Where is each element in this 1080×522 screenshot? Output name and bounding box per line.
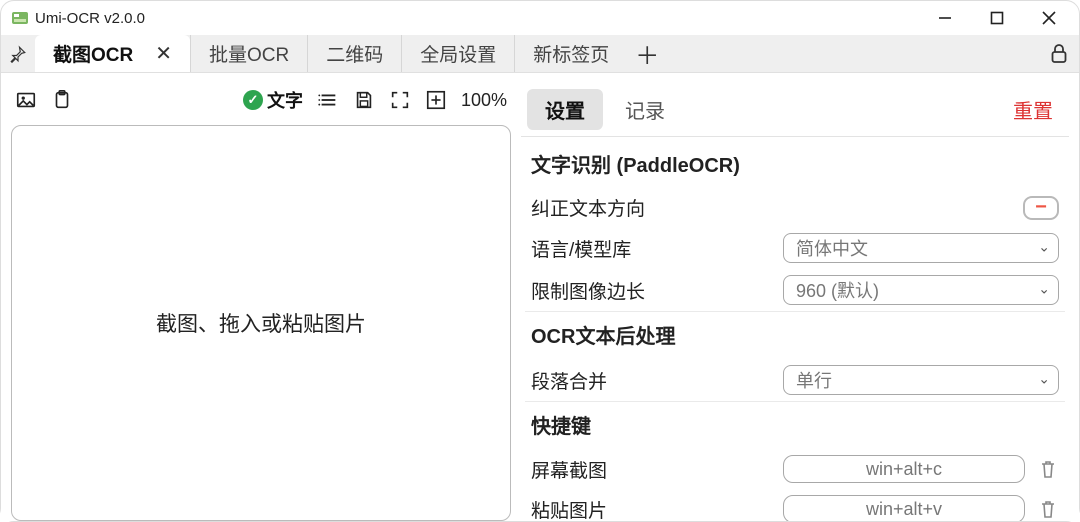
paragraph-select[interactable]: 单行 ⌄	[783, 365, 1059, 395]
app-icon	[11, 9, 29, 27]
drop-area[interactable]: 截图、拖入或粘贴图片	[11, 125, 511, 521]
tab-label: 二维码	[326, 40, 383, 67]
chevron-down-icon: ⌄	[1038, 371, 1050, 388]
titlebar: Umi-OCR v2.0.0	[1, 1, 1079, 35]
orientation-toggle[interactable]: −	[1023, 196, 1059, 220]
chevron-down-icon: ⌄	[1038, 281, 1050, 298]
check-icon: ✓	[243, 90, 263, 110]
section-post: OCR文本后处理	[525, 311, 1065, 359]
left-toolbar: ✓ 文字 100%	[11, 83, 511, 117]
tab-label: 批量OCR	[209, 40, 289, 67]
limit-value: 960 (默认)	[796, 277, 879, 303]
window-title: Umi-OCR v2.0.0	[35, 10, 145, 27]
clipboard-icon[interactable]	[51, 89, 73, 111]
close-tab-icon[interactable]: ✕	[155, 41, 172, 66]
zoom-percent[interactable]: 100%	[461, 90, 507, 111]
right-panel: 设置 记录 重置 文字识别 (PaddleOCR) 纠正文本方向 − 语言/模型…	[521, 83, 1069, 521]
row-paragraph: 段落合并 单行 ⌄	[525, 359, 1065, 401]
section-ocr: 文字识别 (PaddleOCR)	[525, 143, 1065, 188]
paste-hotkey-input[interactable]: win+alt+v	[783, 495, 1025, 521]
screenshot-hotkey-input[interactable]: win+alt+c	[783, 455, 1025, 483]
result-mode-label: 文字	[267, 87, 303, 113]
tab-screenshot-ocr[interactable]: 截图OCR ✕	[35, 35, 190, 72]
tab-qrcode[interactable]: 二维码	[307, 35, 401, 72]
tab-label: 全局设置	[420, 40, 496, 67]
chevron-down-icon: ⌄	[1038, 239, 1050, 256]
limit-select[interactable]: 960 (默认) ⌄	[783, 275, 1059, 305]
row-paste-hotkey: 粘贴图片 win+alt+v	[525, 489, 1065, 521]
tab-batch-ocr[interactable]: 批量OCR	[190, 35, 307, 72]
language-value: 简体中文	[796, 235, 868, 261]
pin-button[interactable]	[1, 35, 35, 72]
close-button[interactable]	[1023, 3, 1075, 33]
reset-button[interactable]: 重置	[1013, 95, 1063, 124]
tabstrip: 截图OCR ✕ 批量OCR 二维码 全局设置 新标签页 ＋	[1, 35, 1079, 73]
language-select[interactable]: 简体中文 ⌄	[783, 233, 1059, 263]
fit-icon[interactable]	[425, 89, 447, 111]
trash-icon[interactable]	[1037, 458, 1059, 480]
row-language: 语言/模型库 简体中文 ⌄	[525, 227, 1065, 269]
tab-label: 截图OCR	[53, 40, 133, 67]
drop-hint: 截图、拖入或粘贴图片	[156, 308, 366, 338]
maximize-button[interactable]	[971, 3, 1023, 33]
save-icon[interactable]	[353, 89, 375, 111]
section-hotkey: 快捷键	[525, 401, 1065, 449]
row-limit: 限制图像边长 960 (默认) ⌄	[525, 269, 1065, 311]
subtab-settings[interactable]: 设置	[527, 89, 603, 130]
content: ✓ 文字 100% 截图、拖入或粘贴图片 设置 记录	[1, 73, 1079, 521]
fullscreen-icon[interactable]	[389, 89, 411, 111]
result-mode-button[interactable]: ✓ 文字	[243, 87, 303, 113]
orientation-label: 纠正文本方向	[531, 194, 771, 221]
row-screenshot-hotkey: 屏幕截图 win+alt+c	[525, 449, 1065, 489]
limit-label: 限制图像边长	[531, 277, 771, 304]
subtab-records[interactable]: 记录	[607, 89, 683, 130]
tab-label: 新标签页	[533, 40, 609, 67]
right-subtabs: 设置 记录 重置	[521, 83, 1069, 137]
paste-label: 粘贴图片	[531, 496, 771, 522]
language-label: 语言/模型库	[531, 235, 771, 262]
lock-button[interactable]	[1039, 35, 1079, 72]
screenshot-label: 屏幕截图	[531, 456, 771, 483]
paragraph-label: 段落合并	[531, 367, 771, 394]
tab-global-settings[interactable]: 全局设置	[401, 35, 514, 72]
left-panel: ✓ 文字 100% 截图、拖入或粘贴图片	[11, 83, 511, 521]
settings-panel: 文字识别 (PaddleOCR) 纠正文本方向 − 语言/模型库 简体中文 ⌄ …	[521, 137, 1069, 521]
image-icon[interactable]	[15, 89, 37, 111]
add-tab-button[interactable]: ＋	[627, 35, 667, 72]
minimize-button[interactable]	[919, 3, 971, 33]
row-orientation: 纠正文本方向 −	[525, 188, 1065, 227]
list-icon[interactable]	[317, 89, 339, 111]
trash-icon[interactable]	[1037, 498, 1059, 520]
paragraph-value: 单行	[796, 367, 832, 393]
tab-new-tab[interactable]: 新标签页	[514, 35, 627, 72]
